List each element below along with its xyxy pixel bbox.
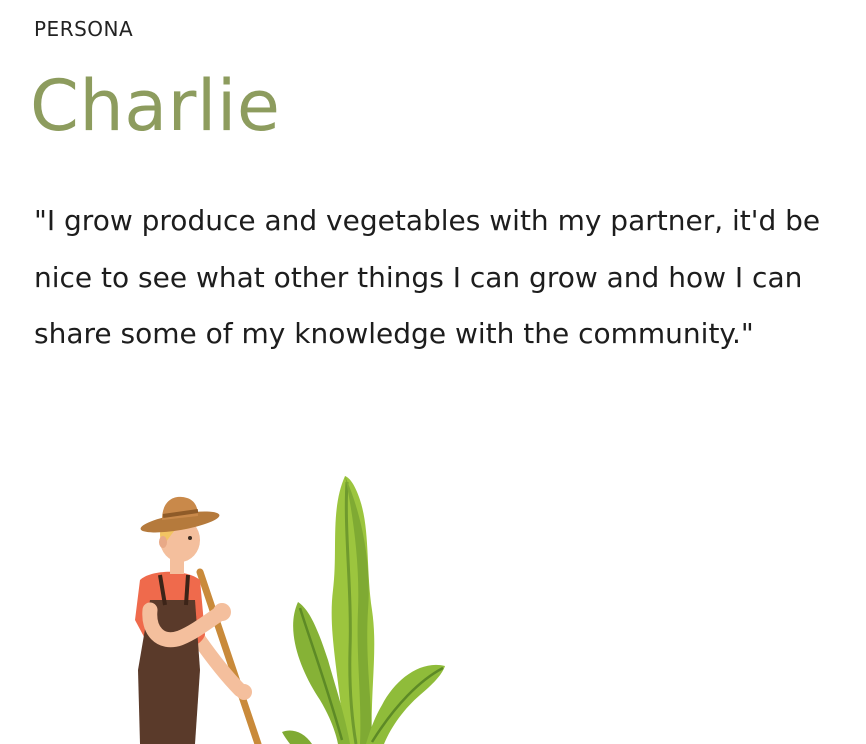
persona-label: PERSONA — [34, 17, 134, 41]
plant-icon — [282, 476, 445, 744]
gardener-with-plant-illustration — [135, 476, 445, 744]
persona-quote: "I grow produce and vegetables with my p… — [34, 204, 821, 350]
gardener-icon — [135, 496, 262, 744]
persona-name: Charlie — [30, 65, 281, 147]
